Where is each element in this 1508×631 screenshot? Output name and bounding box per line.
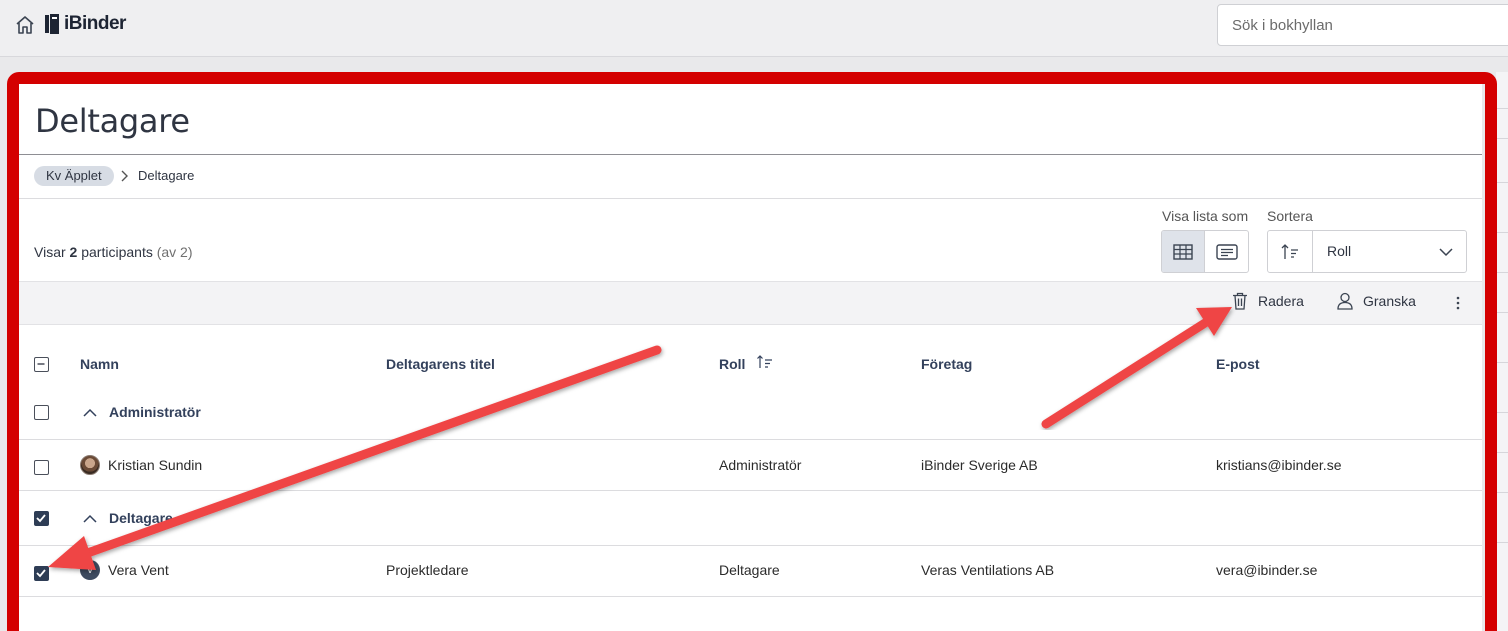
row-divider (19, 596, 1482, 597)
column-header-title[interactable]: Deltagarens titel (386, 356, 495, 372)
view-mode-toggle (1161, 230, 1249, 273)
avatar: V (80, 560, 100, 580)
sort-label: Sortera (1267, 208, 1313, 224)
trash-icon (1233, 292, 1247, 310)
user-icon (1337, 292, 1353, 310)
row-checkbox[interactable] (34, 460, 49, 475)
chevron-right-icon (121, 170, 128, 182)
binder-logo-icon (45, 14, 59, 34)
participant-company: Veras Ventilations AB (921, 562, 1055, 578)
app-name: iBinder (64, 13, 126, 34)
row-divider (19, 545, 1482, 546)
sort-direction-button[interactable] (1268, 231, 1313, 272)
result-summary: Visar 2 participants (av 2) (34, 244, 193, 260)
breadcrumb-parent[interactable]: Kv Äpplet (34, 166, 114, 186)
list-icon (1215, 243, 1238, 260)
sort-select[interactable]: Roll (1313, 231, 1426, 272)
chevron-up-icon (83, 408, 97, 417)
chevron-down-icon[interactable] (1426, 231, 1466, 272)
column-header-email[interactable]: E-post (1216, 356, 1260, 372)
sort-control: Roll (1267, 230, 1467, 273)
row-divider (19, 490, 1482, 491)
row-divider (19, 439, 1482, 440)
row-checkbox[interactable] (34, 566, 49, 581)
more-options-icon[interactable] (1453, 294, 1463, 312)
column-header-company[interactable]: Företag (921, 356, 972, 372)
sort-ascending-icon (1281, 243, 1298, 259)
divider (19, 198, 1482, 199)
chevron-up-icon (83, 514, 97, 523)
group-header-administrator[interactable]: Administratör (83, 404, 201, 420)
group-checkbox[interactable] (34, 405, 49, 420)
divider (19, 154, 1482, 155)
column-header-role[interactable]: Roll (719, 356, 745, 372)
participant-role: Administratör (719, 457, 802, 473)
list-view-button[interactable] (1205, 231, 1248, 272)
table-icon (1173, 243, 1193, 260)
group-checkbox[interactable] (34, 511, 49, 526)
participant-company: iBinder Sverige AB (921, 457, 1038, 473)
participant-role: Deltagare (719, 562, 780, 578)
top-bar: iBinder (0, 0, 1508, 57)
participant-name: Kristian Sundin (108, 457, 203, 473)
participant-name: Vera Vent (108, 562, 169, 578)
avatar (80, 455, 100, 475)
action-toolbar: Radera Granska (19, 281, 1482, 325)
background-strip (1496, 72, 1508, 631)
participant-email: kristians@ibinder.se (1216, 457, 1342, 473)
ibinder-logo[interactable]: iBinder (44, 12, 126, 36)
delete-button[interactable]: Radera (1232, 292, 1304, 310)
page-title: Deltagare (35, 102, 190, 140)
participants-panel: Deltagare Kv Äpplet Deltagare Visar 2 pa… (19, 84, 1482, 631)
select-all-checkbox[interactable] (34, 357, 49, 372)
participant-title: Projektledare (386, 562, 469, 578)
participant-email: vera@ibinder.se (1216, 562, 1318, 578)
sort-ascending-icon[interactable] (756, 354, 774, 370)
breadcrumb-current: Deltagare (138, 168, 195, 183)
home-icon[interactable] (14, 14, 36, 36)
table-view-button[interactable] (1162, 231, 1205, 272)
group-header-participant[interactable]: Deltagare (83, 510, 173, 526)
review-button[interactable]: Granska (1337, 292, 1416, 310)
search-input[interactable] (1217, 4, 1508, 46)
column-header-name[interactable]: Namn (80, 356, 119, 372)
view-mode-label: Visa lista som (1162, 208, 1249, 224)
